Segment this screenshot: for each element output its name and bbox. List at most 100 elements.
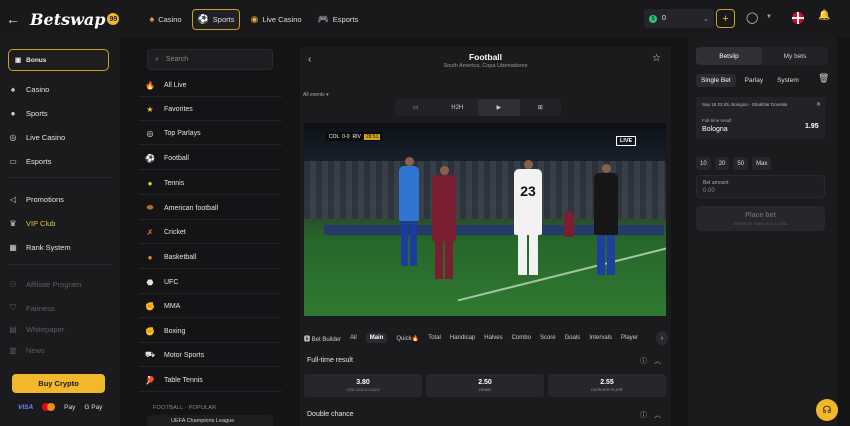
deposit-button[interactable]: + — [716, 9, 735, 28]
outcome-odd: 2.50 — [478, 379, 492, 386]
sidebar-item-label: Rank System — [26, 243, 71, 252]
sport-item-motor-sports[interactable]: ⛟ Motor Sports — [139, 344, 282, 367]
user-avatar-icon[interactable]: ◯ — [746, 11, 758, 24]
topnav-live-casino[interactable]: ◉ Live Casino — [244, 9, 307, 30]
tab-betslip[interactable]: Betslip — [696, 47, 762, 65]
sidebar-item-vip-club[interactable]: ♛ VIP Club — [8, 219, 55, 228]
back-arrow-icon[interactable]: ← — [6, 11, 24, 27]
sport-item-table-tennis[interactable]: 🏓 Table Tennis — [139, 369, 282, 392]
tab-h2h[interactable]: H2H — [437, 99, 479, 116]
sidebar-item-fairness[interactable]: ⛉ Fairness — [8, 303, 55, 313]
player-head — [404, 157, 414, 166]
event-title: Football — [468, 52, 503, 62]
sport-item-favorites[interactable]: ★ Favorites — [139, 98, 282, 121]
chevron-down-icon[interactable]: ▼ — [766, 14, 772, 20]
bet-amount-field[interactable]: Bet amount 0.00 — [696, 175, 825, 198]
sport-item-label: Cricket — [164, 228, 186, 236]
event-subtitle: South America, Copa Libertadores — [443, 63, 528, 69]
sidebar-item-casino[interactable]: ♠ Casino — [8, 85, 49, 94]
bonus-button[interactable]: ▣ Bonus — [8, 49, 109, 71]
trash-icon[interactable]: 🗑 — [818, 73, 829, 84]
tab-parlay[interactable]: Parlay — [740, 74, 768, 87]
sidebar-item-promotions[interactable]: ◁ Promotions — [8, 195, 64, 204]
tab-single-bet[interactable]: Single Bet — [696, 74, 736, 87]
sidebar-item-affiliate[interactable]: ⚇ Affiliate Program — [8, 280, 81, 289]
sidebar-item-sports[interactable]: ● Sports — [8, 109, 48, 118]
outcome-button[interactable]: 3.80 CSD COLO-COLO — [304, 374, 422, 397]
sport-item-boxing[interactable]: ✊ Boxing — [139, 320, 282, 343]
sport-item-ufc[interactable]: ⬣ UFC — [139, 271, 282, 294]
sport-item-american-football[interactable]: ⬬ American football — [139, 197, 282, 220]
player-head — [601, 164, 611, 173]
tab-stats[interactable]: ⊞ — [520, 99, 562, 116]
quick-amount-button[interactable]: Max — [752, 157, 772, 170]
referee-figure — [594, 164, 618, 275]
sport-item-all-live[interactable]: 🔥 All Live — [139, 74, 282, 97]
outcome-name: CSD COLO-COLO — [346, 387, 380, 392]
support-chat-button[interactable]: ☊ — [816, 399, 838, 421]
sport-item-basketball[interactable]: ● Basketball — [139, 246, 282, 269]
chevron-up-icon[interactable]: ︿ — [654, 410, 661, 420]
tab-system[interactable]: System — [772, 74, 804, 87]
tab-intervals[interactable]: Intervals — [589, 335, 612, 341]
tab-goals[interactable]: Goals — [565, 335, 581, 341]
tab-all[interactable]: All — [350, 335, 357, 341]
tab-quick[interactable]: Quick🔥 — [396, 335, 419, 342]
bet-card: Sep 18 22:45, Bologna - Shakhtar Donetsk… — [696, 97, 825, 139]
chevron-left-icon[interactable]: ‹ — [308, 54, 311, 65]
info-icon[interactable]: ⓘ — [640, 356, 647, 366]
close-icon[interactable]: ✕ — [816, 101, 821, 108]
tab-handicap[interactable]: Handicap — [450, 335, 475, 341]
live-video-player[interactable]: COL 0-0 RIV 28:51 LIVE 23 — [304, 123, 666, 316]
player-figure: 23 — [514, 160, 542, 275]
events-filter[interactable]: All events ▾ — [303, 92, 329, 98]
spade-icon: ♠ — [10, 85, 16, 94]
sidebar-item-live-casino[interactable]: ◎ Live Casino — [8, 133, 66, 142]
sidebar-item-whitepaper[interactable]: ▤ Whitepaper — [8, 325, 64, 334]
event-panel: Football South America, Copa Libertadore… — [300, 47, 671, 426]
language-flag-icon[interactable] — [792, 12, 804, 24]
sidebar-item-news[interactable]: ▥ News — [8, 346, 45, 355]
topnav-esports[interactable]: 🎮 Esports — [312, 9, 365, 30]
tab-player[interactable]: Player — [621, 335, 638, 341]
sport-item-football[interactable]: ⚽ Football — [139, 147, 282, 170]
chevron-up-icon[interactable]: ︿ — [654, 356, 661, 366]
quick-amount-button[interactable]: 20 — [714, 157, 730, 170]
sidebar-item-rank-system[interactable]: ▦ Rank System — [8, 243, 71, 252]
player-head — [523, 160, 533, 169]
wallet-selector[interactable]: $ 0 ⌄ — [644, 9, 714, 28]
league-item[interactable]: UEFA Champions League — [147, 415, 273, 426]
star-outline-icon[interactable]: ☆ — [652, 53, 661, 64]
tab-total[interactable]: Total — [428, 335, 441, 341]
apple-pay-logo: Pay — [64, 404, 75, 411]
search-input[interactable]: ⌕ Search — [147, 49, 273, 70]
sidebar-item-esports[interactable]: ▭ Esports — [8, 157, 51, 166]
sport-item-top-parlays[interactable]: ◎ Top Parlays — [139, 122, 282, 145]
tab-score[interactable]: Score — [540, 335, 556, 341]
bell-icon[interactable]: 🔔 — [818, 10, 830, 21]
tab-my-bets[interactable]: My bets — [762, 47, 828, 65]
info-icon[interactable]: ⓘ — [640, 410, 647, 420]
place-bet-button[interactable]: Place bet Minimum stake is 0.1 USD — [696, 206, 825, 231]
tab-bet-builder[interactable]: 🅱 Bet Builder — [304, 334, 341, 343]
tab-main[interactable]: Main — [365, 333, 388, 343]
outcome-button[interactable]: 2.50 DRAW — [426, 374, 544, 397]
tab-scoreboard[interactable]: ▭ — [395, 99, 437, 116]
chevron-right-icon[interactable]: › — [656, 331, 668, 345]
sport-item-mma[interactable]: ✊ MMA — [139, 295, 282, 318]
logo[interactable]: Betswap 99 — [30, 10, 120, 29]
topnav-casino[interactable]: ♠ Casino — [143, 9, 187, 30]
topnav-sports[interactable]: ⚽ Sports — [191, 8, 241, 30]
tab-combo[interactable]: Combo — [512, 335, 531, 341]
market-title[interactable]: Double chance — [307, 411, 354, 418]
sport-item-tennis[interactable]: ● Tennis — [139, 172, 282, 195]
tab-video[interactable]: ▶ — [478, 99, 520, 116]
buy-crypto-button[interactable]: Buy Crypto — [12, 374, 105, 393]
market-title[interactable]: Full-time result — [307, 357, 353, 364]
wallet-balance: 0 — [662, 15, 666, 22]
outcome-button[interactable]: 2.55 CA RIVER PLATE — [548, 374, 666, 397]
quick-amount-button[interactable]: 10 — [696, 157, 711, 170]
tab-halves[interactable]: Halves — [484, 335, 502, 341]
quick-amount-button[interactable]: 50 — [733, 157, 749, 170]
sport-item-cricket[interactable]: ✗ Cricket — [139, 221, 282, 244]
